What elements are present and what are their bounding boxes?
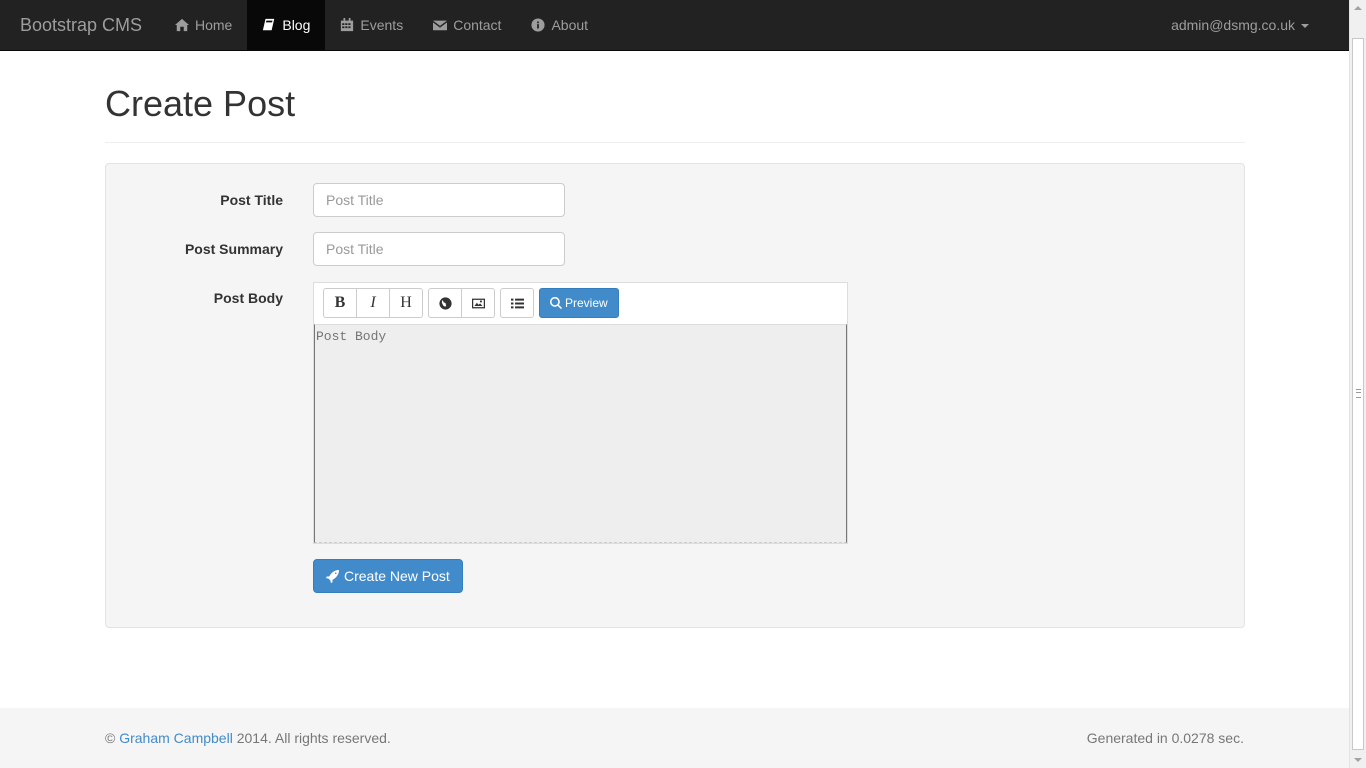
- main-nav: Home Blog Events Contact About: [160, 0, 603, 50]
- caret-down-icon: [1301, 24, 1309, 28]
- search-icon: [550, 297, 562, 309]
- nav-item-about[interactable]: About: [516, 0, 603, 50]
- vertical-scrollbar[interactable]: [1349, 0, 1366, 768]
- nav-item-label: About: [551, 17, 589, 33]
- format-button-group: B I H: [323, 288, 423, 318]
- create-post-button[interactable]: Create New Post: [313, 559, 463, 593]
- scroll-up-icon[interactable]: [1354, 6, 1362, 10]
- list-button-group: [500, 288, 534, 318]
- home-icon: [175, 18, 189, 32]
- preview-button[interactable]: Preview: [539, 288, 619, 318]
- post-title-label: Post Title: [220, 192, 283, 208]
- post-summary-label: Post Summary: [184, 241, 283, 257]
- insert-button-group: [428, 288, 495, 318]
- scroll-down-icon[interactable]: [1354, 758, 1362, 762]
- post-body-label: Post Body: [213, 290, 283, 306]
- nav-item-label: Contact: [453, 17, 502, 33]
- markdown-editor: B I H Preview: [313, 282, 848, 544]
- copyright-rest: 2014. All rights reserved.: [236, 730, 391, 746]
- italic-button[interactable]: I: [356, 288, 390, 318]
- grip-icon: [1356, 389, 1361, 398]
- list-button[interactable]: [500, 288, 534, 318]
- bold-button[interactable]: B: [323, 288, 357, 318]
- top-navbar: Bootstrap CMS Home Blog Events Contact A…: [0, 0, 1349, 51]
- calendar-icon: [341, 18, 354, 32]
- user-dropdown[interactable]: admin@dsmg.co.uk: [1171, 0, 1309, 50]
- page-title: Create Post: [105, 83, 296, 124]
- info-icon: [531, 18, 546, 32]
- author-link[interactable]: Graham Campbell: [119, 730, 233, 746]
- nav-item-label: Blog: [282, 17, 311, 33]
- nav-item-home[interactable]: Home: [160, 0, 247, 50]
- list-icon: [510, 298, 524, 308]
- user-email: admin@dsmg.co.uk: [1171, 17, 1295, 33]
- create-post-label: Create New Post: [344, 568, 450, 584]
- post-body-textarea[interactable]: [314, 324, 847, 543]
- preview-label: Preview: [565, 296, 608, 310]
- editor-toolbar: B I H Preview: [323, 288, 619, 318]
- nav-item-label: Events: [360, 17, 404, 33]
- link-button[interactable]: [428, 288, 462, 318]
- globe-icon: [438, 296, 452, 310]
- copyright-text: © Graham Campbell 2014. All rights reser…: [105, 730, 391, 746]
- image-icon: [471, 298, 485, 308]
- nav-item-events[interactable]: Events: [325, 0, 418, 50]
- book-icon: [263, 18, 275, 31]
- copyright-symbol: ©: [105, 730, 116, 746]
- post-summary-input[interactable]: [313, 232, 565, 266]
- nav-item-contact[interactable]: Contact: [418, 0, 516, 50]
- brand-link[interactable]: Bootstrap CMS: [20, 15, 142, 36]
- generation-time: Generated in 0.0278 sec.: [1086, 730, 1244, 746]
- scroll-thumb[interactable]: [1352, 38, 1364, 750]
- nav-item-blog[interactable]: Blog: [247, 0, 326, 50]
- heading-button[interactable]: H: [389, 288, 423, 318]
- footer: © Graham Campbell 2014. All rights reser…: [0, 708, 1349, 768]
- post-title-input[interactable]: [313, 183, 565, 217]
- image-button[interactable]: [461, 288, 495, 318]
- rocket-icon: [326, 569, 339, 583]
- header-divider: [105, 142, 1245, 143]
- nav-item-label: Home: [195, 17, 233, 33]
- envelope-icon: [433, 20, 448, 31]
